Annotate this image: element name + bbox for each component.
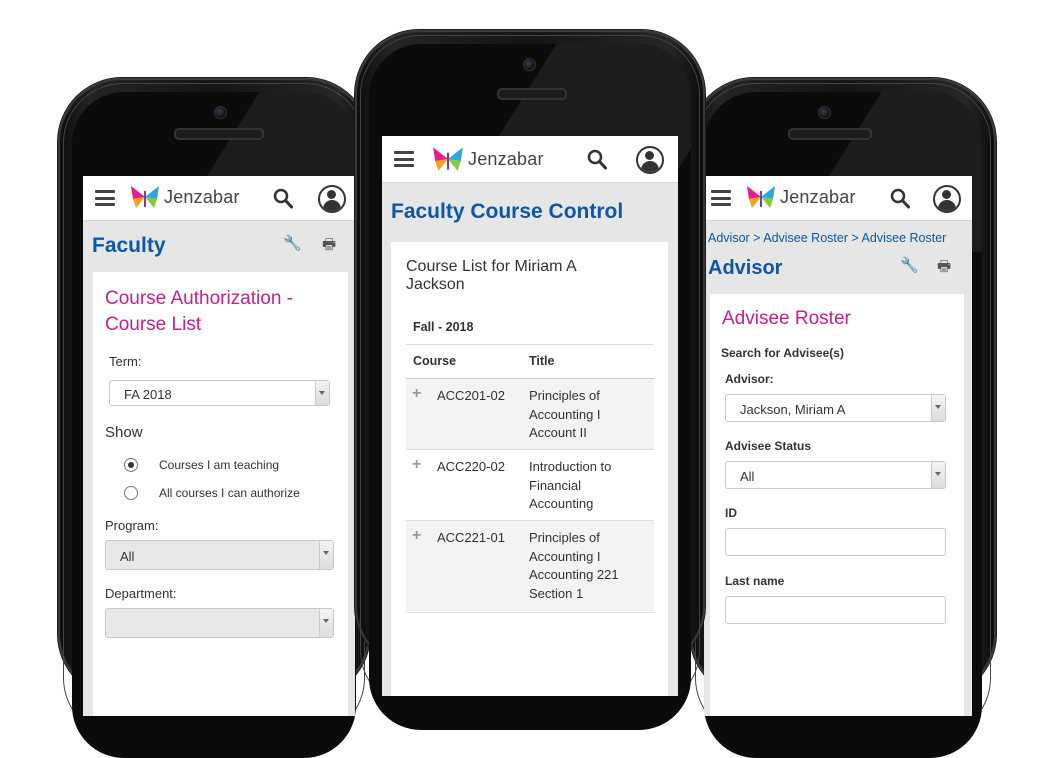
phone-speaker	[788, 128, 872, 140]
plus-icon[interactable]: +	[412, 527, 421, 545]
page-title: Faculty Course Control	[391, 200, 624, 223]
program-select[interactable]: All	[105, 540, 334, 570]
user-icon[interactable]	[933, 185, 961, 213]
phone-center: Jenzabar Faculty Course Control Course L…	[355, 30, 705, 730]
course-code[interactable]: ACC201-02	[437, 387, 505, 406]
wrench-icon[interactable]: 🔧	[900, 256, 919, 274]
course-title: Principles of Accounting I Account II	[529, 388, 601, 440]
phone-screen: Jenzabar Advisor > Advisee Roster > Advi…	[704, 176, 972, 716]
phone-right: Jenzabar Advisor > Advisee Roster > Advi…	[690, 78, 996, 758]
course-title: Introduction to Financial Accounting	[529, 459, 612, 511]
advisor-select[interactable]: Jackson, Miriam A	[725, 394, 946, 422]
phone-left: Jenzabar Faculty 🔧 🖶 Course Authorizatio…	[58, 78, 370, 758]
status-label: Advisee Status	[725, 439, 812, 453]
butterfly-icon	[747, 186, 775, 208]
content-card: Course List for Miriam A Jackson Fall - …	[391, 242, 668, 696]
content-card: Advisee Roster Search for Advisee(s) Adv…	[710, 294, 964, 716]
divider	[406, 344, 654, 345]
card-title: Course Authorization - Course List	[105, 288, 293, 335]
course-title: Principles of Accounting I Accounting 22…	[529, 530, 619, 601]
id-input[interactable]	[725, 528, 946, 556]
jenzabar-logo[interactable]: Jenzabar	[129, 183, 240, 211]
card-title: Advisee Roster	[722, 308, 851, 329]
breadcrumb[interactable]: Advisor > Advisee Roster > Advisee Roste…	[708, 231, 946, 245]
jenzabar-logo[interactable]: Jenzabar	[431, 144, 544, 174]
butterfly-icon	[433, 147, 463, 171]
course-code[interactable]: ACC220-02	[437, 458, 505, 477]
divider	[406, 612, 654, 613]
radio-teaching[interactable]	[124, 458, 138, 472]
chevron-down-icon	[931, 462, 945, 488]
phone-speaker	[497, 88, 567, 100]
print-icon[interactable]: 🖶	[322, 234, 336, 259]
menu-icon[interactable]	[95, 190, 115, 206]
phone-camera	[818, 106, 831, 119]
department-select[interactable]	[105, 608, 334, 638]
wrench-icon[interactable]: 🔧	[283, 234, 302, 252]
lastname-input[interactable]	[725, 596, 946, 624]
phone-screen: Jenzabar Faculty Course Control Course L…	[382, 136, 678, 696]
user-icon[interactable]	[318, 185, 346, 213]
chevron-down-icon	[931, 395, 945, 421]
plus-icon[interactable]: +	[412, 385, 421, 403]
search-heading: Search for Advisee(s)	[721, 346, 844, 360]
chevron-down-icon	[319, 609, 333, 637]
status-select[interactable]: All	[725, 461, 946, 489]
search-icon[interactable]	[273, 188, 293, 210]
jenzabar-logo[interactable]: Jenzabar	[745, 183, 856, 211]
radio-teaching-label: Courses I am teaching	[159, 458, 280, 472]
term-select[interactable]: FA 2018	[109, 380, 330, 406]
radio-authorize-label: All courses I can authorize	[159, 486, 300, 500]
table-row[interactable]: + ACC201-02 Principles of Accounting I A…	[406, 379, 654, 449]
top-navbar: Jenzabar	[382, 136, 678, 183]
program-label: Program:	[105, 518, 159, 533]
content-card: Course Authorization - Course List Term:…	[93, 272, 348, 716]
top-navbar: Jenzabar	[704, 176, 972, 221]
table-row[interactable]: + ACC220-02 Introduction to Financial Ac…	[406, 450, 654, 520]
user-icon[interactable]	[636, 146, 664, 174]
radio-authorize[interactable]	[124, 486, 138, 500]
table-row[interactable]: + ACC221-01 Principles of Accounting I A…	[406, 521, 654, 611]
brand-name: Jenzabar	[780, 186, 856, 207]
department-label: Department:	[105, 586, 177, 601]
term-heading: Fall - 2018	[413, 320, 474, 334]
column-header-title: Title	[529, 354, 555, 368]
top-navbar: Jenzabar	[83, 176, 355, 221]
butterfly-icon	[131, 186, 159, 208]
menu-icon[interactable]	[394, 151, 414, 167]
brand-name: Jenzabar	[468, 148, 544, 169]
column-header-course: Course	[413, 354, 457, 368]
search-icon[interactable]	[890, 188, 910, 210]
phone-camera	[523, 58, 536, 71]
advisor-label: Advisor:	[725, 372, 774, 386]
plus-icon[interactable]: +	[412, 456, 421, 474]
phone-speaker	[174, 128, 264, 140]
lastname-label: Last name	[725, 574, 785, 588]
phone-screen: Jenzabar Faculty 🔧 🖶 Course Authorizatio…	[83, 176, 355, 716]
menu-icon[interactable]	[711, 190, 731, 206]
brand-name: Jenzabar	[164, 186, 240, 207]
course-code[interactable]: ACC221-01	[437, 529, 505, 548]
page-title: Faculty	[92, 234, 166, 257]
print-icon[interactable]: 🖶	[937, 256, 951, 281]
term-label: Term:	[109, 354, 142, 369]
card-title: Course List for Miriam A Jackson	[406, 258, 577, 293]
chevron-down-icon	[319, 541, 333, 569]
show-label: Show	[105, 424, 143, 441]
page-title: Advisor	[708, 257, 783, 279]
search-icon[interactable]	[587, 149, 607, 171]
id-label: ID	[725, 506, 737, 520]
phone-camera	[214, 106, 227, 119]
chevron-down-icon	[315, 381, 329, 405]
